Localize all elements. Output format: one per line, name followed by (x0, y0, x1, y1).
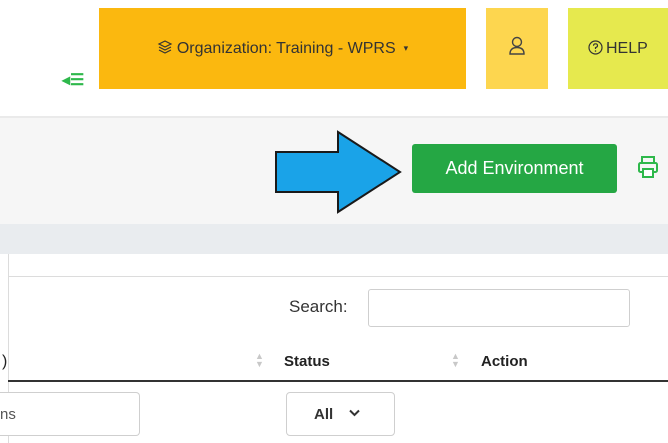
add-environment-button[interactable]: Add Environment (412, 144, 617, 193)
search-input[interactable] (368, 289, 630, 327)
printer-icon[interactable] (637, 155, 659, 184)
table-header-rule (8, 380, 668, 382)
status-filter-select[interactable]: All (286, 392, 395, 436)
column-header-action[interactable]: Action (481, 353, 528, 370)
content-header-band (0, 224, 668, 254)
partial-column-header: ) (2, 353, 8, 370)
column-filter-input[interactable]: ns (0, 392, 140, 436)
column-header-status[interactable]: Status (284, 353, 330, 370)
status-filter-value: All (314, 405, 334, 423)
panel-divider (8, 276, 668, 277)
chevron-down-icon (349, 408, 360, 420)
search-label: Search: (289, 297, 348, 316)
sort-icon[interactable]: ▲ ▼ (451, 352, 460, 369)
sort-icon[interactable]: ▲ ▼ (255, 352, 264, 369)
